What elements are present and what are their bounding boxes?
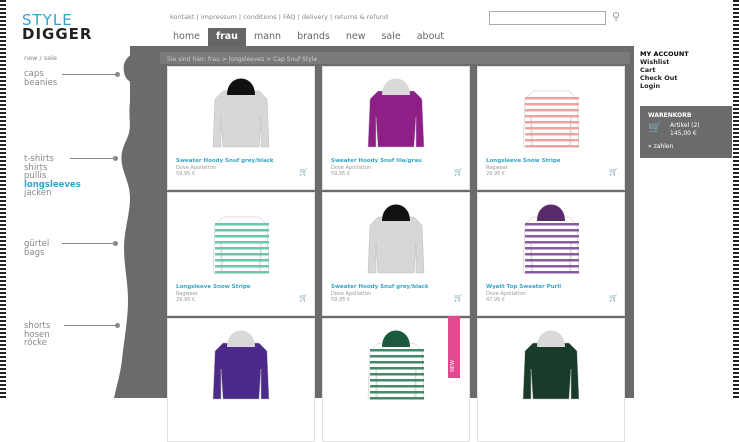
product-card[interactable]: Longsleeve Snow Stripe Ragwear 29,95 € 🛒 — [477, 66, 625, 190]
add-to-cart-icon[interactable]: 🛒 — [299, 294, 308, 302]
cart-box: WARENKORB 🛒 Artikel (2) 145,00 € » zahle… — [640, 106, 732, 158]
account-panel: MY ACCOUNT Wishlist Cart Check Out Login — [640, 50, 732, 90]
product-card[interactable] — [477, 318, 625, 442]
cart-total: 145,00 € — [670, 130, 697, 137]
leader-line — [64, 323, 120, 328]
product-name[interactable]: Sweater Hoody Snuf lila/grau — [331, 158, 422, 164]
account-cart[interactable]: Cart — [640, 66, 732, 74]
product-price: 59,95 € — [331, 171, 351, 177]
sidebar-group-bottoms: shorts hosen röcke — [24, 322, 50, 348]
leader-line — [62, 241, 118, 246]
product-card[interactable]: Sweater Hoody Snuf grey/black Dove Apolla… — [322, 192, 470, 316]
product-image[interactable] — [478, 193, 624, 281]
product-name[interactable]: Sweater Hoody Snuf grey/black — [176, 158, 274, 164]
product-name[interactable]: Sweater Hoody Snuf grey/black — [331, 284, 429, 290]
cart-summary: Artikel (2) 145,00 € — [670, 122, 700, 138]
account-login[interactable]: Login — [640, 82, 732, 90]
add-to-cart-icon[interactable]: 🛒 — [454, 168, 463, 176]
product-image[interactable] — [478, 319, 624, 407]
account-checkout[interactable]: Check Out — [640, 74, 732, 82]
product-name[interactable]: Longsleeve Snow Stripe — [176, 284, 251, 290]
add-to-cart-icon[interactable]: 🛒 — [609, 168, 618, 176]
product-price: 59,95 € — [176, 171, 196, 177]
product-card[interactable]: Sweater Hoody Snuf grey/black Dove Apolla… — [167, 66, 315, 190]
sidebar-item-bags[interactable]: bags — [24, 248, 49, 258]
sidebar-new-sale[interactable]: new / sale — [24, 54, 57, 62]
product-price: 59,95 € — [331, 297, 351, 303]
product-price: 47,95 € — [486, 297, 506, 303]
account-title: MY ACCOUNT — [640, 50, 689, 58]
product-card[interactable]: Longsleeve Snow Stripe Ragwear 29,95 € 🛒 — [167, 192, 315, 316]
sidebar-group-caps: caps beanies — [24, 70, 57, 87]
sidebar-group-accessories: gürtel bags — [24, 240, 49, 257]
breadcrumb: Sie sind hier: frau > longsleeves > Cap … — [167, 56, 318, 63]
product-card[interactable]: Wyatt Top Sweater Purli Dove Apollatton 47… — [477, 192, 625, 316]
sidebar-item-roecke[interactable]: röcke — [24, 339, 50, 348]
product-card[interactable] — [167, 318, 315, 442]
new-tag: NEW — [448, 316, 460, 378]
product-card[interactable]: Sweater Hoody Snuf lila/grau Dove Apollat… — [322, 66, 470, 190]
product-image[interactable] — [323, 193, 469, 281]
add-to-cart-icon[interactable]: 🛒 — [609, 294, 618, 302]
product-image[interactable] — [323, 67, 469, 155]
cart-icon[interactable]: 🛒 — [648, 121, 662, 134]
sidebar-item-jacken[interactable]: jacken — [24, 189, 81, 198]
cart-pay-link[interactable]: » zahlen — [648, 143, 673, 150]
cart-title: WARENKORB — [648, 112, 692, 119]
cart-items: Artikel (2) — [670, 122, 700, 129]
sidebar-item-beanies[interactable]: beanies — [24, 78, 57, 88]
product-price: 29,95 € — [176, 297, 196, 303]
add-to-cart-icon[interactable]: 🛒 — [299, 168, 308, 176]
new-tag-label: NEW — [450, 360, 456, 372]
product-name[interactable]: Wyatt Top Sweater Purli — [486, 284, 561, 290]
add-to-cart-icon[interactable]: 🛒 — [454, 294, 463, 302]
product-image[interactable] — [478, 67, 624, 155]
product-price: 29,95 € — [486, 171, 506, 177]
account-wishlist[interactable]: Wishlist — [640, 58, 732, 66]
product-image[interactable] — [168, 67, 314, 155]
leader-line — [70, 156, 118, 161]
leader-line — [62, 72, 120, 77]
product-name[interactable]: Longsleeve Snow Stripe — [486, 158, 561, 164]
product-image[interactable] — [168, 319, 314, 407]
product-image[interactable] — [168, 193, 314, 281]
sidebar-group-tops: t-shirts shirts pullis longsleeves jacke… — [24, 155, 81, 198]
